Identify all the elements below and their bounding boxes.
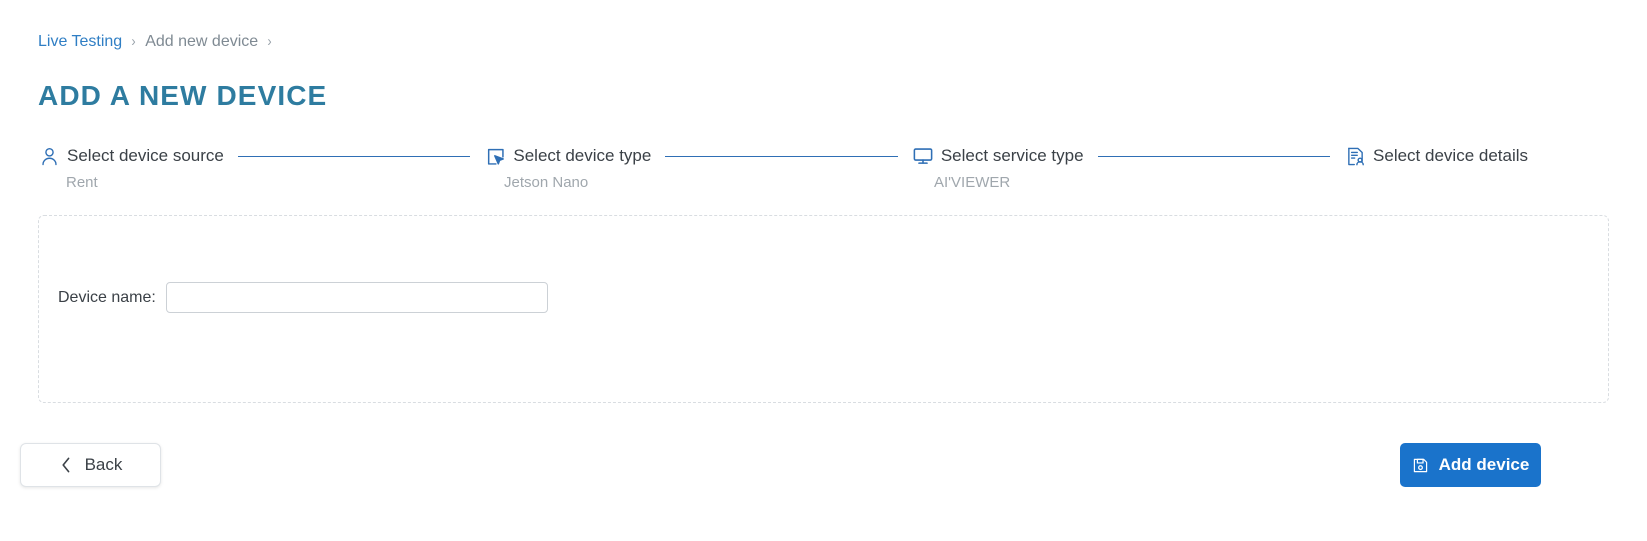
save-floppy-icon: [1412, 456, 1430, 474]
device-details-panel: Device name:: [38, 215, 1609, 403]
device-name-label: Device name:: [58, 288, 156, 306]
stepper-sublabel-2: Jetson Nano: [504, 174, 589, 191]
breadcrumb-separator-icon-2: ›: [267, 33, 272, 50]
add-device-button-label: Add device: [1438, 455, 1530, 474]
stepper: Select device source Select device type: [38, 144, 1528, 200]
page-title: ADD A NEW DEVICE: [38, 80, 328, 111]
device-details-icon: [1344, 145, 1366, 167]
breadcrumb-item-add-new-device[interactable]: Add new device: [145, 31, 258, 53]
breadcrumb-item-live-testing[interactable]: Live Testing: [38, 31, 122, 53]
device-name-field-row: Device name:: [58, 282, 548, 313]
device-name-input[interactable]: [165, 282, 548, 313]
stepper-row: Select device source Select device type: [38, 144, 1528, 168]
stepper-label-4: Select device details: [1373, 146, 1529, 165]
add-device-button[interactable]: Add device: [1400, 443, 1541, 487]
stepper-connector-2: [665, 155, 898, 157]
stepper-step-select-device-type[interactable]: Select device type: [484, 145, 651, 167]
breadcrumb: Live Testing › Add new device ›: [38, 31, 281, 53]
stepper-label-2: Select device type: [513, 146, 652, 165]
chevron-left-icon: [59, 456, 73, 474]
back-button[interactable]: Back: [20, 443, 161, 487]
user-icon: [38, 145, 60, 167]
stepper-sublabel-3: AI'VIEWER: [934, 174, 1011, 191]
stepper-step-select-device-source[interactable]: Select device source: [38, 145, 224, 167]
stepper-connector-1: [237, 155, 471, 157]
select-cursor-icon: [484, 145, 506, 167]
stepper-connector-3: [1097, 155, 1331, 157]
back-button-label: Back: [84, 455, 123, 474]
stepper-sublabel-1: Rent: [66, 174, 98, 191]
monitor-icon: [912, 145, 934, 167]
stepper-label-3: Select service type: [940, 146, 1084, 165]
stepper-label-1: Select device source: [67, 146, 224, 165]
breadcrumb-separator-icon: ›: [131, 33, 136, 50]
stepper-step-select-service-type[interactable]: Select service type: [912, 145, 1084, 167]
stepper-step-select-device-details[interactable]: Select device details: [1344, 145, 1528, 167]
stepper-sublabels: Rent Jetson Nano AI'VIEWER: [38, 173, 1528, 197]
